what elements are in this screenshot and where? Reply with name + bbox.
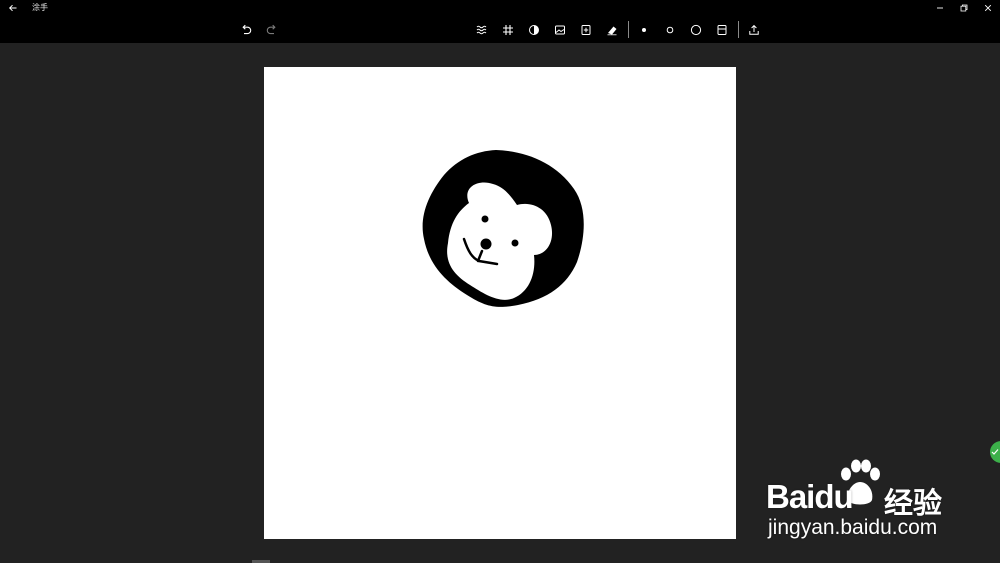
- undo-button[interactable]: [237, 21, 255, 39]
- circle-medium-icon: [666, 26, 674, 34]
- toolbar: [0, 16, 1000, 43]
- watermark-brand: Baidu: [766, 478, 854, 516]
- undo-icon: [242, 24, 252, 35]
- import-image-button[interactable]: [551, 21, 569, 39]
- grid-icon: [503, 25, 513, 35]
- circle-large-icon: [690, 24, 702, 36]
- brush-size-large-button[interactable]: [687, 21, 705, 39]
- bear-drawing: [422, 150, 584, 307]
- share-button[interactable]: [745, 21, 763, 39]
- contrast-button[interactable]: [525, 21, 543, 39]
- brush-size-medium-button[interactable]: [661, 21, 679, 39]
- app-title: 涂手: [32, 3, 48, 12]
- brush-texture-button[interactable]: [473, 21, 491, 39]
- toolbar-divider: [628, 21, 629, 38]
- restore-icon: [960, 4, 968, 12]
- bear-right-eye: [511, 239, 519, 247]
- minimize-icon: [937, 7, 943, 9]
- watermark-brand-prefix: Bai: [766, 478, 815, 515]
- watermark-brand-suffix: du: [814, 478, 853, 515]
- save-icon: [717, 25, 727, 35]
- back-arrow-icon: [8, 4, 17, 12]
- redo-icon: [266, 24, 276, 35]
- eraser-icon: [607, 26, 617, 36]
- back-button[interactable]: [6, 0, 20, 16]
- dot-small-icon: [642, 28, 646, 32]
- bear-nose: [480, 238, 492, 250]
- grid-button[interactable]: [499, 21, 517, 39]
- image-icon: [555, 25, 565, 35]
- bear-left-eye: [481, 215, 489, 223]
- insert-button[interactable]: [577, 21, 595, 39]
- check-icon: [991, 449, 999, 455]
- side-floating-badge[interactable]: [990, 441, 1000, 463]
- watermark-url: jingyan.baidu.com: [768, 516, 938, 539]
- waves-icon: [476, 25, 487, 35]
- share-icon: [749, 24, 759, 35]
- close-icon: [984, 4, 992, 12]
- redo-button[interactable]: [263, 21, 281, 39]
- title-bar: 涂手: [0, 0, 1000, 16]
- close-button[interactable]: [976, 0, 1000, 16]
- insert-icon: [581, 25, 591, 35]
- brush-size-small-button[interactable]: [635, 21, 653, 39]
- restore-button[interactable]: [952, 0, 976, 16]
- eraser-button[interactable]: [603, 21, 621, 39]
- minimize-button[interactable]: [928, 0, 952, 16]
- save-button[interactable]: [713, 21, 731, 39]
- drawing-canvas[interactable]: [264, 67, 736, 539]
- window-controls: [928, 0, 1000, 16]
- half-circle-icon: [529, 25, 539, 35]
- baidu-jingyan-watermark: Baidu 经验 jingyan.baidu.com: [766, 458, 966, 542]
- toolbar-divider: [738, 21, 739, 38]
